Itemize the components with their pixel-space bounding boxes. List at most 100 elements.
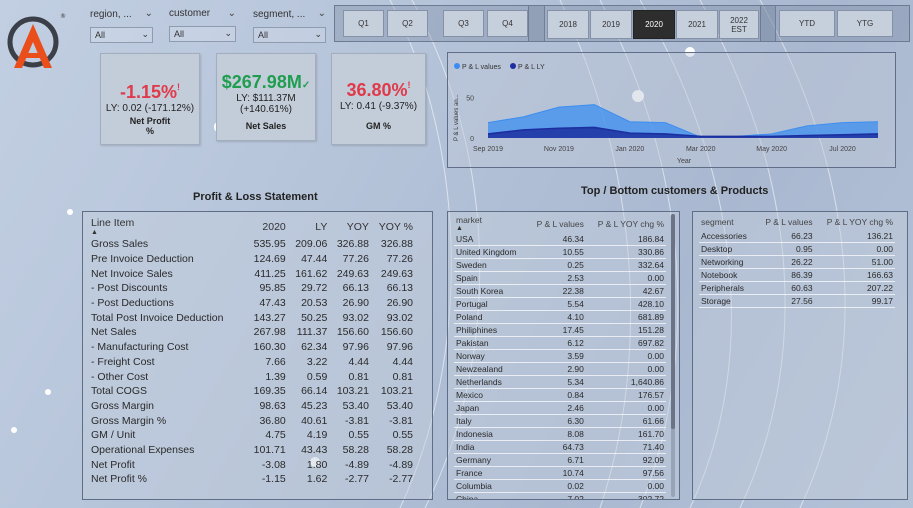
row-value: 111.37	[296, 326, 328, 339]
column-header[interactable]: segment	[699, 214, 756, 230]
pl-table-row[interactable]: Net Profit -3.08 1.80 -4.89 -4.89	[89, 457, 415, 472]
year-button-2018[interactable]: 2018	[547, 10, 589, 39]
row-value: -4.89	[345, 458, 369, 471]
quarter-button-q2[interactable]: Q2	[387, 10, 428, 37]
column-header[interactable]: 2020	[246, 216, 288, 237]
row-value: 50.25	[301, 311, 328, 324]
column-header[interactable]: P & L values	[527, 214, 585, 233]
row-label: United Kingdom	[454, 245, 528, 260]
pl-table-row[interactable]: Net Sales 267.98 111.37 156.60 156.60	[89, 325, 415, 340]
row-value: 103.21	[380, 385, 413, 398]
pl-statement-table-panel[interactable]: Line Item ▲ 2020 LY YOY YOY % Gross Sales 535.…	[82, 211, 433, 500]
row-value: 7.66	[265, 355, 286, 368]
market-table-row[interactable]: Poland 4.10 681.89	[454, 310, 666, 325]
column-header[interactable]: P & L YOY chg %	[586, 214, 666, 233]
segment-table-row[interactable]: Accessories 66.23 136.21	[699, 230, 895, 244]
pl-table-row[interactable]: - Other Cost 1.39 0.59 0.81 0.81	[89, 369, 415, 384]
market-table-row[interactable]: USA 46.34 186.84	[454, 233, 666, 247]
market-table-row[interactable]: Mexico 0.84 176.57	[454, 388, 666, 403]
sort-arrow-icon[interactable]: ▲	[91, 229, 244, 236]
market-table-row[interactable]: Sweden 0.25 332.64	[454, 258, 666, 273]
year-button-2022-est[interactable]: 2022 EST	[719, 10, 759, 39]
quarter-button-q1[interactable]: Q1	[343, 10, 384, 37]
pl-table-row[interactable]: Net Profit % -1.15 1.62 -2.77 -2.77	[89, 472, 415, 487]
pl-table-row[interactable]: Total Post Invoice Deduction 143.27 50.25 9…	[89, 310, 415, 325]
pl-table-row[interactable]: - Freight Cost 7.66 3.22 4.44 4.44	[89, 355, 415, 370]
year-button-2020[interactable]: 2020	[633, 10, 675, 39]
row-value: 161.62	[295, 267, 328, 280]
market-table-scrollbar[interactable]	[671, 214, 675, 497]
column-header-label: P & L YOY chg %	[597, 218, 664, 229]
ytg-button[interactable]: YTG	[837, 10, 893, 37]
market-table-row[interactable]: Philiphines 17.45 151.28	[454, 323, 666, 338]
market-table-row[interactable]: Norway 3.59 0.00	[454, 349, 666, 364]
slicer-customer[interactable]: customer ⌄ All ⌄	[169, 6, 236, 44]
pl-table-row[interactable]: - Post Deductions 47.43 20.53 26.90 26.90	[89, 296, 415, 311]
market-table-panel[interactable]: market ▲ P & L values P & L YOY chg % USA 46…	[447, 211, 680, 500]
pl-table-row[interactable]: Net Invoice Sales 411.25 161.62 249.63 249.6…	[89, 266, 415, 281]
pl-table-row[interactable]: - Post Discounts 95.85 29.72 66.13 66.13	[89, 281, 415, 296]
pl-table-row[interactable]: GM / Unit 4.75 4.19 0.55 0.55	[89, 428, 415, 443]
market-table-row[interactable]: Japan 2.46 0.00	[454, 401, 666, 416]
row-value: 3.22	[306, 355, 328, 368]
market-table-row[interactable]: Indonesia 8.08 161.70	[454, 427, 666, 442]
row-value: 326.88	[336, 238, 369, 251]
slicer-segment[interactable]: segment, ... ⌄ All ⌄	[253, 6, 326, 44]
market-table-row[interactable]: China 7.02 302.72	[454, 492, 666, 499]
market-table-row[interactable]: South Korea 22.38 42.67	[454, 284, 666, 299]
year-button-2021[interactable]: 2021	[676, 10, 718, 39]
column-header[interactable]: YOY %	[371, 216, 415, 237]
pl-table-row[interactable]: Total COGS 169.35 66.14 103.21 103.21	[89, 384, 415, 399]
kpi-net-sales-ly: LY: $111.37M	[236, 93, 296, 104]
year-button-2019[interactable]: 2019	[590, 10, 632, 39]
column-header[interactable]: market ▲	[454, 214, 527, 233]
pl-table-row[interactable]: Gross Sales 535.95 209.06 326.88 326.88	[89, 237, 415, 252]
segment-table-row[interactable]: Desktop 0.95 0.00	[699, 242, 895, 257]
pl-table-row[interactable]: Pre Invoice Deduction 124.69 47.44 77.26 77.…	[89, 252, 415, 267]
column-header[interactable]: Line Item ▲	[89, 216, 246, 237]
pl-table-row[interactable]: Gross Margin 98.63 45.23 53.40 53.40	[89, 399, 415, 414]
ytd-button[interactable]: YTD	[779, 10, 835, 37]
pl-table-row[interactable]: - Manufacturing Cost 160.30 62.34 97.96 97.9…	[89, 340, 415, 355]
column-header[interactable]: YOY	[329, 216, 371, 237]
segment-table-panel[interactable]: segment P & L values P & L YOY chg % Acces…	[692, 211, 908, 500]
market-table-row[interactable]: France 10.74 97.56	[454, 466, 666, 481]
segment-table-row[interactable]: Peripherals 60.63 207.22	[699, 281, 895, 296]
row-value: 411.25	[254, 267, 286, 280]
slicer-segment-dropdown[interactable]: All ⌄	[253, 27, 326, 43]
quarter-button-q3[interactable]: Q3	[443, 10, 484, 37]
column-header[interactable]: P & L YOY chg %	[815, 214, 895, 230]
market-table-scrollbar-thumb[interactable]	[671, 214, 675, 429]
sort-arrow-icon[interactable]: ▲	[456, 225, 525, 232]
segment-table-row[interactable]: Networking 26.22 51.00	[699, 255, 895, 270]
kpi-card-net-sales[interactable]: $267.98M✓ LY: $111.37M (+140.61%) Net Sa…	[216, 53, 316, 141]
slicer-region[interactable]: region, ... ⌄ All ⌄	[90, 6, 153, 44]
kpi-card-gm-percent[interactable]: 36.80%! LY: 0.41 (-9.37%) GM %	[331, 53, 426, 145]
market-table-row[interactable]: Newzealand 2.90 0.00	[454, 362, 666, 377]
slicer-customer-dropdown[interactable]: All ⌄	[169, 26, 236, 42]
market-table-row[interactable]: Pakistan 6.12 697.82	[454, 336, 666, 351]
market-table-row[interactable]: Germany 6.71 92.09	[454, 453, 666, 468]
column-header[interactable]: P & L values	[756, 214, 815, 230]
market-table-row[interactable]: Spain 2.53 0.00	[454, 271, 666, 286]
row-value: 17.45	[527, 323, 586, 338]
segment-table-row[interactable]: Notebook 86.39 166.63	[699, 268, 895, 283]
segment-table-row[interactable]: Storage 27.56 99.17	[699, 294, 895, 309]
market-table-row[interactable]: United Kingdom 10.55 330.86	[454, 245, 666, 260]
pl-trend-chart[interactable]: P & L values P & L LY P & L values an... 0 5…	[448, 53, 897, 169]
kpi-card-net-profit[interactable]: -1.15%! LY: 0.02 (-171.12%) Net Profit %	[100, 53, 200, 145]
chevron-down-icon: ⌄	[314, 29, 322, 39]
y-tick-label: 0	[470, 136, 474, 143]
market-table-row[interactable]: Portugal 5.54 428.10	[454, 297, 666, 312]
pl-table-row[interactable]: Operational Expenses 101.71 43.43 58.28 58.2…	[89, 443, 415, 458]
slicer-region-dropdown[interactable]: All ⌄	[90, 27, 153, 43]
column-header[interactable]: LY	[288, 216, 330, 237]
pl-table-row-header-row: Line Item ▲ 2020 LY YOY YOY %	[89, 216, 415, 237]
pl-table-row[interactable]: Gross Margin % 36.80 40.61 -3.81 -3.81	[89, 413, 415, 428]
market-table-row[interactable]: Columbia 0.02 0.00	[454, 479, 666, 494]
quarter-button-q4[interactable]: Q4	[487, 10, 528, 37]
market-table-row[interactable]: Italy 6.30 61.66	[454, 414, 666, 429]
pl-trend-chart-card[interactable]: P & L values P & L LY P & L values an... 0 5…	[447, 52, 896, 168]
market-table-row[interactable]: India 64.73 71.40	[454, 440, 666, 455]
market-table-row[interactable]: Netherlands 5.34 1,640.86	[454, 375, 666, 390]
